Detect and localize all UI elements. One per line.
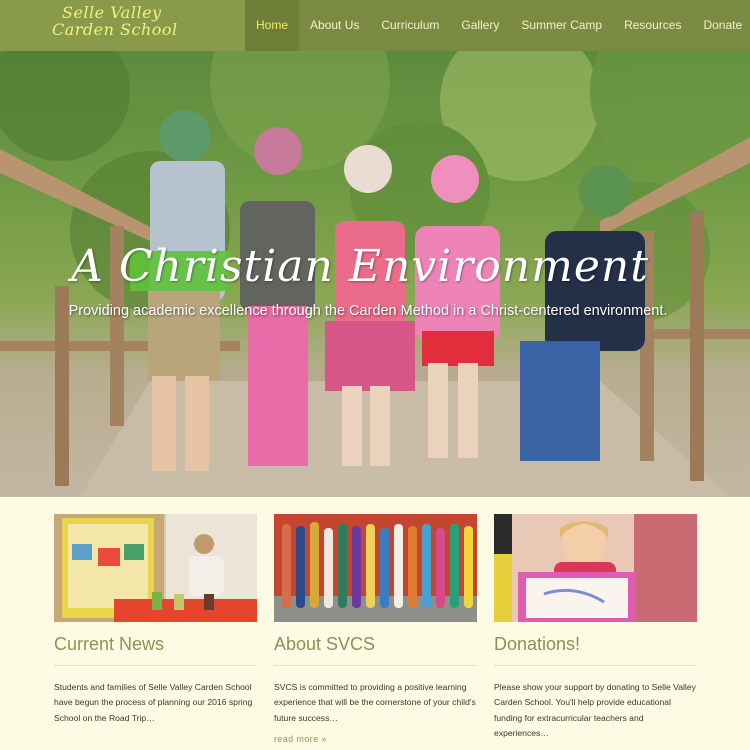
main-menu: Home About Us Curriculum Gallery Summer … (245, 0, 750, 51)
card-donations: Donations! Please show your support by d… (494, 514, 697, 741)
card-current-news: Current News Students and families of Se… (54, 514, 257, 726)
top-navbar: Selle Valley Carden School Home About Us… (0, 0, 750, 51)
nav-item-about-us[interactable]: About Us (299, 0, 370, 51)
card-image-child-artwork[interactable] (494, 514, 697, 622)
divider (54, 665, 257, 666)
nav-item-resources[interactable]: Resources (613, 0, 692, 51)
divider (494, 665, 697, 666)
card-title[interactable]: Donations! (494, 634, 697, 655)
nav-item-gallery[interactable]: Gallery (450, 0, 510, 51)
hero-title: A Christian Environment (71, 241, 649, 292)
card-title[interactable]: Current News (54, 634, 257, 655)
card-about-svcs: About SVCS SVCS is committed to providin… (274, 514, 477, 744)
card-image-science-fair[interactable] (54, 514, 257, 622)
hero-banner: A Christian Environment Providing academ… (0, 51, 750, 497)
nav-item-donate[interactable]: Donate (692, 0, 750, 51)
card-excerpt: Please show your support by donating to … (494, 682, 696, 738)
card-excerpt: SVCS is committed to providing a positiv… (274, 682, 476, 723)
divider (274, 665, 477, 666)
card-image-painted-sticks[interactable] (274, 514, 477, 622)
feature-cards: Current News Students and families of Se… (54, 514, 698, 750)
nav-item-curriculum[interactable]: Curriculum (370, 0, 450, 51)
card-title[interactable]: About SVCS (274, 634, 477, 655)
nav-item-summer-camp[interactable]: Summer Camp (510, 0, 613, 51)
card-excerpt: Students and families of Selle Valley Ca… (54, 682, 253, 723)
school-logo[interactable]: Selle Valley Carden School (0, 0, 245, 51)
read-more-link[interactable]: read more » (274, 734, 477, 744)
hero-subtitle: Providing academic excellence through th… (68, 303, 668, 319)
nav-item-home[interactable]: Home (245, 0, 300, 51)
logo-line-2: Carden School (52, 20, 178, 39)
